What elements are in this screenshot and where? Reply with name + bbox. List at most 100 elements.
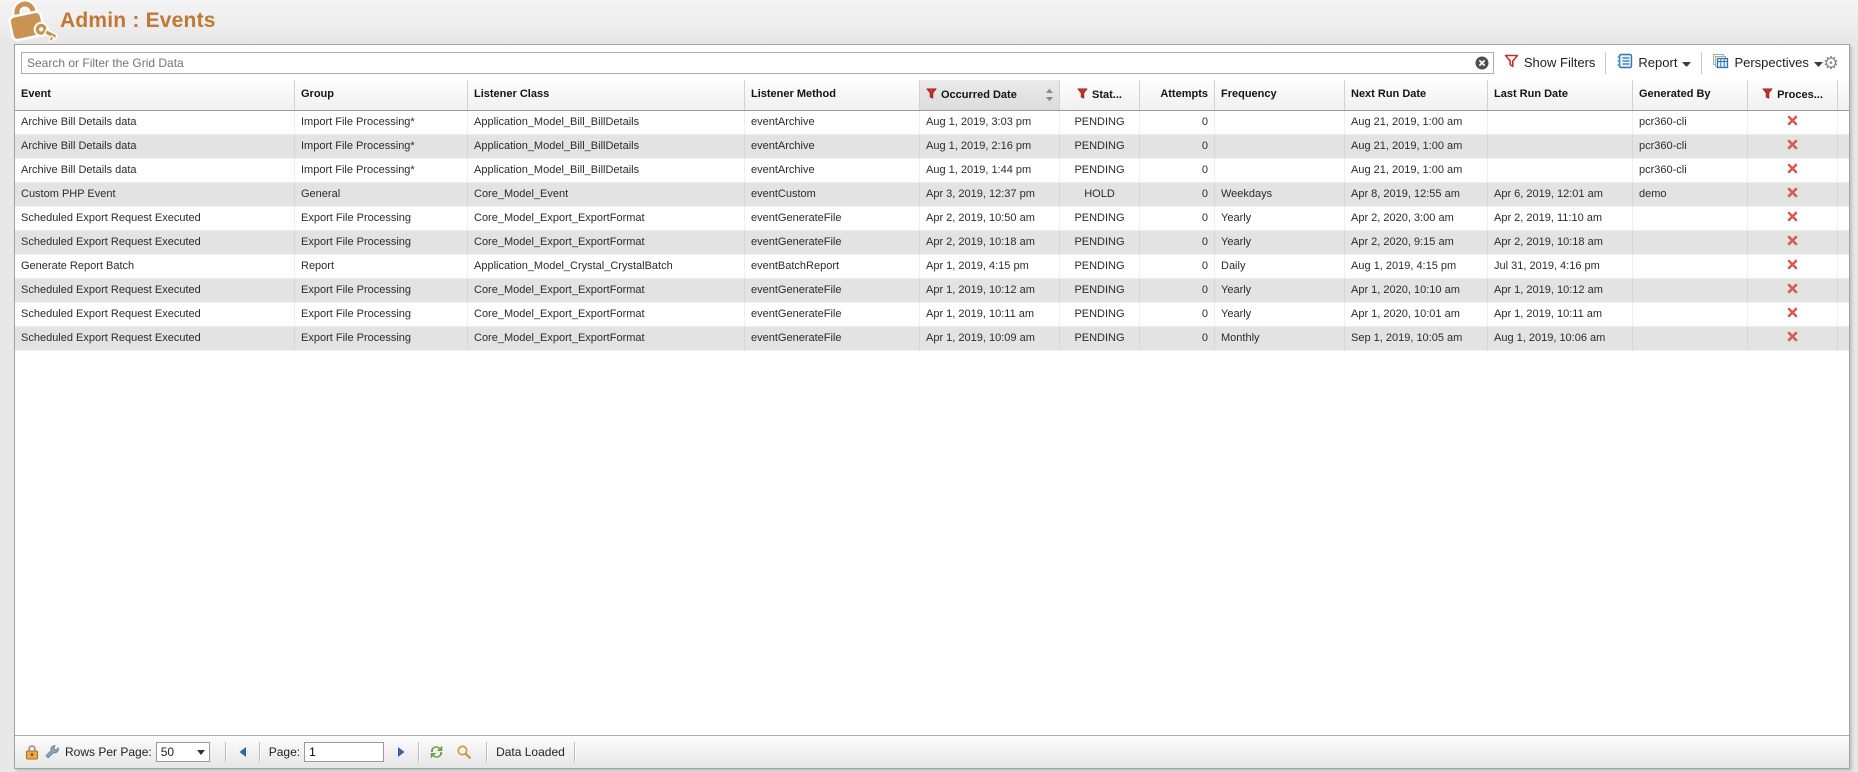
search-grid-icon[interactable] xyxy=(456,744,472,760)
table-row[interactable]: Archive Bill Details dataImport File Pro… xyxy=(15,111,1849,135)
clear-search-icon[interactable] xyxy=(1475,56,1489,70)
grid-cell: 0 xyxy=(1140,279,1215,302)
grid-cell: Application_Model_Bill_BillDetails xyxy=(468,111,745,134)
table-row[interactable]: Scheduled Export Request ExecutedExport … xyxy=(15,327,1849,351)
grid-cell: PENDING xyxy=(1060,159,1140,182)
perspectives-button[interactable]: Perspectives xyxy=(1712,53,1822,72)
table-row[interactable]: Scheduled Export Request ExecutedExport … xyxy=(15,303,1849,327)
grid-cell: Aug 1, 2019, 1:44 pm xyxy=(920,159,1060,182)
grid-cell: Export File Processing xyxy=(295,207,468,230)
grid-cell: 0 xyxy=(1140,231,1215,254)
grid-cell xyxy=(1633,303,1748,326)
column-header-label: Frequency xyxy=(1221,88,1277,100)
table-row[interactable]: Custom PHP EventGeneralCore_Model_Evente… xyxy=(15,183,1849,207)
grid-cell: Scheduled Export Request Executed xyxy=(15,279,295,302)
grid-cell: Aug 21, 2019, 1:00 am xyxy=(1345,159,1488,182)
grid-cell: Scheduled Export Request Executed xyxy=(15,327,295,350)
report-button[interactable]: Report xyxy=(1616,53,1691,72)
grid-cell xyxy=(1215,159,1345,182)
grid-cell: Jul 31, 2019, 4:16 pm xyxy=(1488,255,1633,278)
next-page-button[interactable] xyxy=(396,746,407,758)
column-header-label: Proces... xyxy=(1777,89,1823,101)
app-header: Admin : Events xyxy=(0,0,1858,44)
status-text: Data Loaded xyxy=(496,745,565,759)
grid-cell: Application_Model_Bill_BillDetails xyxy=(468,135,745,158)
grid-cell: Sep 1, 2019, 10:05 am xyxy=(1345,327,1488,350)
column-header-frequency[interactable]: Frequency xyxy=(1215,80,1345,110)
grid-cell: eventArchive xyxy=(745,159,920,182)
column-header-label: Listener Method xyxy=(751,88,836,100)
filter-icon xyxy=(1762,88,1773,102)
refresh-icon[interactable] xyxy=(428,744,445,760)
not-processed-x-icon xyxy=(1786,188,1799,200)
table-row[interactable]: Scheduled Export Request ExecutedExport … xyxy=(15,279,1849,303)
grid-cell: Import File Processing* xyxy=(295,111,468,134)
column-header-generated-by[interactable]: Generated By xyxy=(1633,80,1748,110)
grid-cell: demo xyxy=(1633,183,1748,206)
grid-cell xyxy=(1748,279,1838,302)
grid-cell: Apr 1, 2019, 10:12 am xyxy=(1488,279,1633,302)
grid-cell xyxy=(1633,231,1748,254)
grid-cell: Scheduled Export Request Executed xyxy=(15,303,295,326)
grid-cell: eventCustom xyxy=(745,183,920,206)
grid-cell: PENDING xyxy=(1060,279,1140,302)
table-row[interactable]: Generate Report BatchReportApplication_M… xyxy=(15,255,1849,279)
column-header-last-run-date[interactable]: Last Run Date xyxy=(1488,80,1633,110)
table-row[interactable]: Scheduled Export Request ExecutedExport … xyxy=(15,231,1849,255)
column-header-occurred-date[interactable]: Occurred Date xyxy=(920,80,1060,110)
column-header-group[interactable]: Group xyxy=(295,80,468,110)
not-processed-x-icon xyxy=(1786,212,1799,224)
column-header-stat[interactable]: Stat... xyxy=(1060,80,1140,110)
wrench-icon[interactable] xyxy=(44,744,60,760)
show-filters-button[interactable]: Show Filters xyxy=(1504,54,1596,71)
grid-empty-area xyxy=(15,351,1849,735)
column-header-listener-class[interactable]: Listener Class xyxy=(468,80,745,110)
previous-page-button[interactable] xyxy=(237,746,248,758)
grid-cell: Apr 1, 2019, 10:09 am xyxy=(920,327,1060,350)
column-header-event[interactable]: Event xyxy=(15,80,295,110)
grid-cell: 0 xyxy=(1140,303,1215,326)
grid-cell xyxy=(1748,255,1838,278)
table-row[interactable]: Archive Bill Details dataImport File Pro… xyxy=(15,135,1849,159)
table-row[interactable]: Archive Bill Details dataImport File Pro… xyxy=(15,159,1849,183)
grid-cell: Aug 21, 2019, 1:00 am xyxy=(1345,111,1488,134)
header-gutter xyxy=(1838,80,1849,110)
column-header-attempts[interactable]: Attempts xyxy=(1140,80,1215,110)
not-processed-x-icon xyxy=(1786,236,1799,248)
grid-cell: Report xyxy=(295,255,468,278)
grid-cell: Apr 2, 2020, 9:15 am xyxy=(1345,231,1488,254)
grid-body: Archive Bill Details dataImport File Pro… xyxy=(15,111,1849,351)
gear-icon[interactable]: ⚙ xyxy=(1823,54,1839,72)
grid-cell: pcr360-cli xyxy=(1633,159,1748,182)
grid-cell: PENDING xyxy=(1060,135,1140,158)
grid-cell: Import File Processing* xyxy=(295,135,468,158)
grid-cell: Apr 6, 2019, 12:01 am xyxy=(1488,183,1633,206)
grid-cell: Core_Model_Export_ExportFormat xyxy=(468,207,745,230)
not-processed-x-icon xyxy=(1786,116,1799,128)
row-gutter xyxy=(1838,255,1850,278)
toolbar-separator xyxy=(1605,52,1606,74)
footer-separator xyxy=(225,742,226,762)
grid-cell xyxy=(1488,135,1633,158)
grid-cell: Scheduled Export Request Executed xyxy=(15,231,295,254)
grid-cell: PENDING xyxy=(1060,255,1140,278)
lock-icon[interactable] xyxy=(25,744,39,760)
grid-cell: Aug 1, 2019, 10:06 am xyxy=(1488,327,1633,350)
grid-cell: 0 xyxy=(1140,255,1215,278)
grid-cell: Custom PHP Event xyxy=(15,183,295,206)
rows-per-page-label: Rows Per Page: xyxy=(65,745,152,759)
page-number-input[interactable] xyxy=(304,742,384,762)
row-gutter xyxy=(1838,327,1850,350)
grid-cell: Apr 1, 2019, 4:15 pm xyxy=(920,255,1060,278)
search-input[interactable] xyxy=(21,52,1494,74)
column-header-listener-method[interactable]: Listener Method xyxy=(745,80,920,110)
column-header-proces[interactable]: Proces... xyxy=(1748,80,1838,110)
table-row[interactable]: Scheduled Export Request ExecutedExport … xyxy=(15,207,1849,231)
column-header-label: Listener Class xyxy=(474,88,549,100)
grid-cell: Weekdays xyxy=(1215,183,1345,206)
column-header-next-run-date[interactable]: Next Run Date xyxy=(1345,80,1488,110)
grid-cell xyxy=(1748,231,1838,254)
grid-cell: pcr360-cli xyxy=(1633,111,1748,134)
chevron-down-icon xyxy=(197,750,205,755)
rows-per-page-select[interactable]: 50 xyxy=(156,742,210,762)
